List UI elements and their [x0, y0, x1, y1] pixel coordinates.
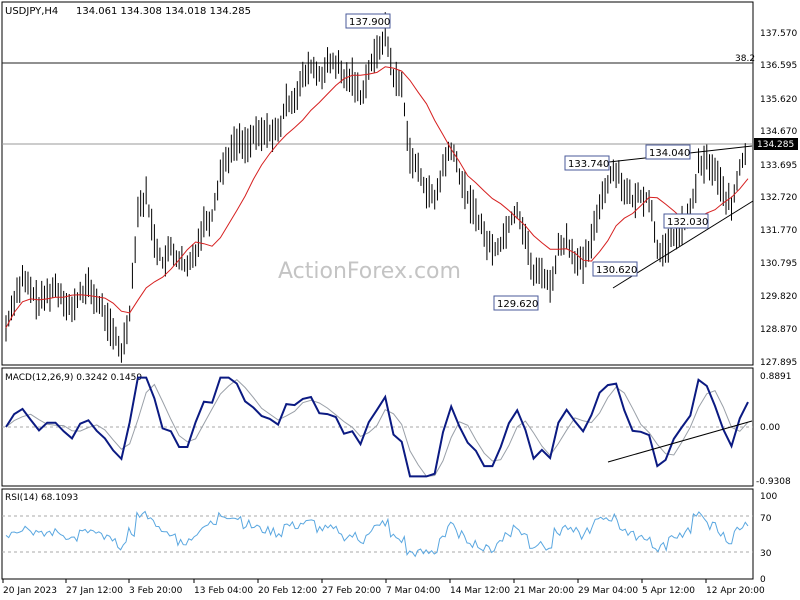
rsi-tick: 100	[760, 492, 777, 502]
x-tick: 12 Apr 20:00	[706, 586, 765, 596]
current-price-tag: 134.285	[754, 138, 798, 150]
chart-window: ActionForex.com 38.2 137.900 133.740 134…	[0, 0, 800, 600]
price-label-133740: 133.740	[564, 155, 610, 171]
y-tick: 130.795	[760, 259, 797, 269]
fib-label: 38.2	[735, 54, 755, 64]
x-tick: 3 Feb 20:00	[129, 586, 183, 596]
rsi-title: RSI(14) 68.1093	[5, 493, 78, 503]
y-tick: 127.895	[760, 358, 797, 368]
x-tick: 21 Mar 20:00	[514, 586, 574, 596]
chart-symbol: USDJPY,H4	[5, 6, 58, 17]
macd-title: MACD(12,26,9) 0.3242 0.1459	[5, 373, 142, 383]
macd-tick: -0.9308	[756, 477, 791, 487]
macd-tick: 0.8891	[760, 372, 792, 382]
svg-text:129.620: 129.620	[497, 299, 538, 310]
y-tick: 132.720	[760, 193, 797, 203]
y-tick: 128.870	[760, 325, 797, 335]
price-label-130620: 130.620	[592, 261, 638, 277]
y-tick: 135.620	[760, 95, 797, 105]
svg-text:130.620: 130.620	[596, 265, 637, 276]
macd-tick: 0.00	[760, 423, 780, 433]
svg-text:134.040: 134.040	[649, 148, 690, 159]
svg-text:137.900: 137.900	[349, 17, 390, 28]
x-tick: 20 Jan 2023	[3, 586, 57, 596]
y-tick: 136.595	[760, 61, 797, 71]
usdjpy-chart: ActionForex.com 38.2 137.900 133.740 134…	[1, 1, 798, 596]
x-tick: 14 Mar 12:00	[450, 586, 510, 596]
price-label-134040: 134.040	[645, 144, 691, 160]
x-tick: 29 Mar 04:00	[578, 586, 638, 596]
y-tick: 133.695	[760, 161, 797, 171]
time-axis: 20 Jan 2023 27 Jan 12:00 3 Feb 20:00 13 Feb…	[2, 579, 765, 596]
rsi-axis: 100 70 30 0	[760, 492, 777, 585]
rsi-tick: 0	[760, 575, 766, 585]
x-tick: 20 Feb 12:00	[258, 586, 317, 596]
y-tick: 131.770	[760, 226, 797, 236]
x-tick: 7 Mar 04:00	[386, 586, 441, 596]
svg-text:134.285: 134.285	[757, 140, 794, 150]
macd-axis: 0.8891 0.00 -0.9308	[756, 372, 792, 487]
y-tick: 137.570	[760, 29, 797, 39]
watermark: ActionForex.com	[278, 259, 461, 284]
rsi-panel	[1, 488, 754, 580]
price-label-132030: 132.030	[663, 213, 709, 229]
x-tick: 27 Feb 20:00	[322, 586, 381, 596]
y-tick: 129.820	[760, 292, 797, 302]
price-axis: 137.570 136.595 135.620 134.670 133.695 …	[760, 29, 797, 368]
price-label-129620: 129.620	[493, 295, 539, 311]
x-tick: 27 Jan 12:00	[66, 586, 123, 596]
rsi-tick: 70	[760, 514, 772, 524]
x-tick: 5 Apr 12:00	[642, 586, 695, 596]
y-tick: 134.670	[760, 127, 797, 137]
rsi-tick: 30	[760, 549, 772, 559]
price-label-137900: 137.900	[345, 13, 391, 29]
svg-text:132.030: 132.030	[667, 217, 708, 228]
svg-text:133.740: 133.740	[568, 159, 609, 170]
x-tick: 13 Feb 04:00	[194, 586, 253, 596]
chart-ohlc: 134.061 134.308 134.018 134.285	[76, 6, 251, 17]
